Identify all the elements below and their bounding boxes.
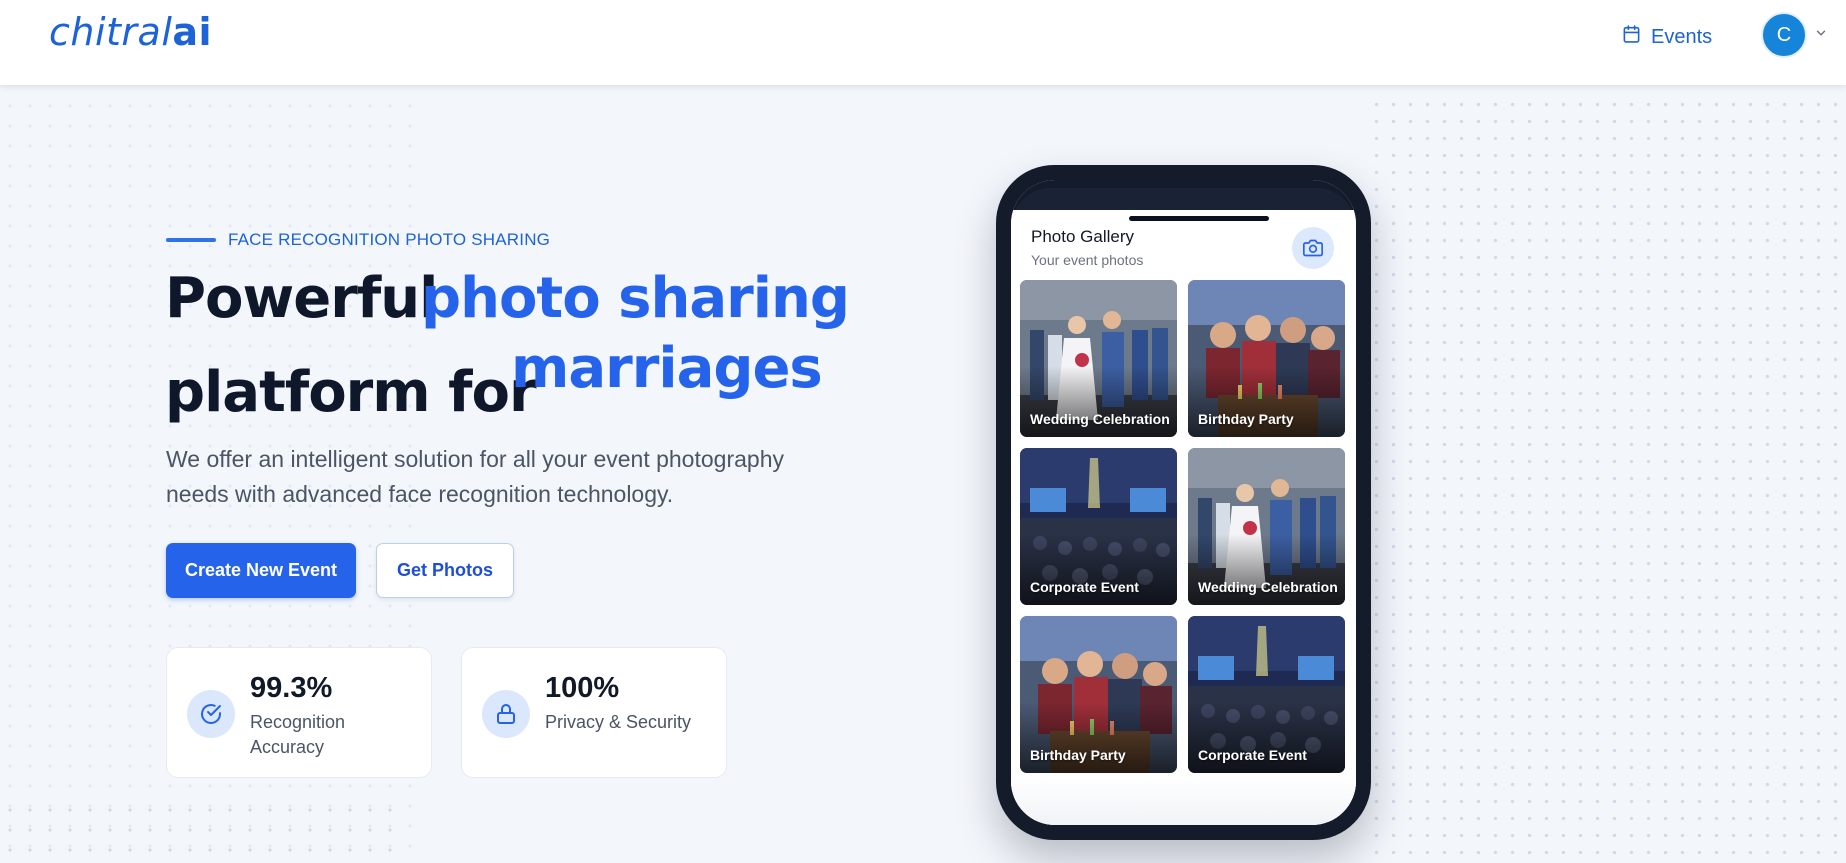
gallery-subtitle: Your event photos — [1031, 252, 1144, 268]
hero-description: We offer an intelligent solution for all… — [166, 446, 784, 507]
photo-label: Wedding Celebration — [1198, 579, 1338, 595]
photo-tile[interactable]: Birthday Party — [1020, 616, 1177, 773]
headline-part-powerful: Powerful — [165, 266, 438, 331]
photo-label: Birthday Party — [1198, 411, 1294, 427]
lock-icon — [482, 690, 530, 738]
photo-label: Corporate Event — [1198, 747, 1307, 763]
photo-grid: Wedding Celebration Birthday Party Corpora… — [1020, 280, 1346, 773]
top-navbar: chitralai Events C — [0, 0, 1846, 85]
phone-mockup: Photo Gallery Your event photos Wedding … — [996, 165, 1371, 840]
nav-events-label: Events — [1651, 25, 1713, 48]
calendar-icon — [1622, 24, 1641, 50]
create-new-event-button[interactable]: Create New Event — [166, 543, 356, 598]
background-dots-right — [1368, 96, 1846, 863]
hero-eyebrow: FACE RECOGNITION PHOTO SHARING — [166, 230, 550, 250]
nav-events-link[interactable]: Events — [1622, 22, 1712, 52]
eyebrow-accent-bar — [166, 238, 216, 242]
chevron-down-icon[interactable] — [1814, 26, 1828, 45]
user-avatar[interactable]: C — [1761, 12, 1807, 58]
photo-tile[interactable]: Corporate Event — [1020, 448, 1177, 605]
background-dots-bottom — [0, 800, 400, 863]
stat-label: Privacy & Security — [545, 712, 692, 732]
logo-text-ai: ai — [172, 10, 213, 54]
stat-label: Recognition Accuracy — [250, 712, 346, 757]
gallery-title: Photo Gallery — [1031, 227, 1134, 246]
check-circle-icon — [187, 690, 235, 738]
phone-screen: Photo Gallery Your event photos Wedding … — [1011, 180, 1356, 825]
get-photos-button[interactable]: Get Photos — [376, 543, 514, 598]
photo-tile[interactable]: Wedding Celebration — [1020, 280, 1177, 437]
photo-label: Corporate Event — [1030, 579, 1139, 595]
eyebrow-text: FACE RECOGNITION PHOTO SHARING — [228, 230, 551, 249]
logo-text-chitral: chitral — [49, 10, 173, 54]
stat-value: 100% — [545, 672, 620, 704]
photo-tile[interactable]: Birthday Party — [1188, 280, 1345, 437]
gallery-panel: Photo Gallery Your event photos Wedding … — [1011, 210, 1356, 825]
stat-card-privacy: 100% Privacy & Security — [461, 647, 727, 778]
camera-icon[interactable] — [1292, 227, 1334, 269]
photo-label: Birthday Party — [1030, 747, 1126, 763]
photo-label: Wedding Celebration — [1030, 411, 1170, 427]
phone-screen-bottom — [1011, 775, 1356, 825]
headline-part-photo-sharing: photo sharing — [421, 266, 850, 331]
photo-tile[interactable]: Corporate Event — [1188, 616, 1345, 773]
stat-card-recognition: 99.3% Recognition Accuracy — [166, 647, 432, 778]
headline-part-platform-for: platform for — [165, 360, 537, 425]
headline-part-marriages: marriages — [511, 336, 823, 401]
logo[interactable]: chitralai — [49, 10, 212, 54]
phone-notch — [1129, 216, 1269, 221]
stat-value: 99.3% — [250, 672, 333, 704]
photo-tile[interactable]: Wedding Celebration — [1188, 448, 1345, 605]
